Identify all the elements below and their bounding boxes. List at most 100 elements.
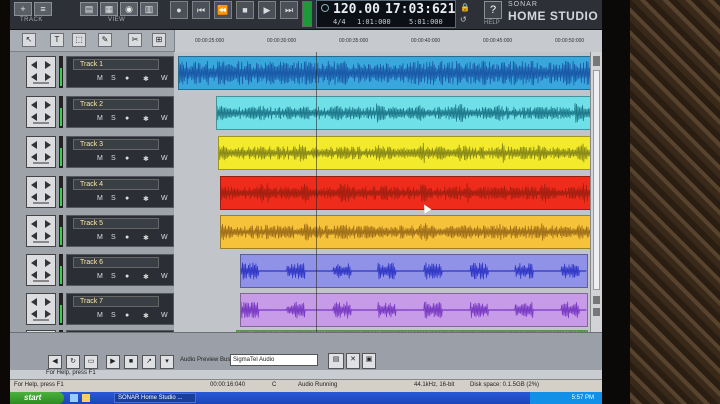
- add-track-button[interactable]: +: [14, 2, 32, 16]
- browser-back-icon[interactable]: ◀: [48, 355, 62, 369]
- arm-icon[interactable]: ●: [125, 312, 129, 319]
- audio-clip[interactable]: [218, 136, 592, 170]
- rewind-to-start-button[interactable]: ⏮: [192, 1, 210, 19]
- mute-button[interactable]: M: [97, 115, 103, 122]
- fx-icon[interactable]: ✱: [143, 195, 149, 203]
- arm-icon[interactable]: ●: [125, 273, 129, 280]
- draw-tool-icon[interactable]: ✎: [98, 33, 112, 47]
- loop-end-value[interactable]: 5:01:000: [409, 18, 443, 26]
- solo-button[interactable]: S: [111, 115, 116, 122]
- rewind-button[interactable]: ⏪: [214, 1, 232, 19]
- track-strip[interactable]: Track 7 M S ● ✱ W: [24, 291, 174, 327]
- solo-button[interactable]: S: [111, 273, 116, 280]
- quicklaunch-icon[interactable]: [70, 394, 78, 402]
- mute-button[interactable]: M: [97, 155, 103, 162]
- audio-track-icon[interactable]: [26, 136, 56, 168]
- track-strip[interactable]: Track 1 M S ● ✱ W: [24, 54, 174, 90]
- folder-icon[interactable]: ▭: [84, 355, 98, 369]
- fx-icon[interactable]: ✱: [143, 234, 149, 242]
- track-options-button[interactable]: ≡: [34, 2, 52, 16]
- browser-view-icon[interactable]: ▤: [328, 353, 344, 369]
- mute-button[interactable]: M: [97, 195, 103, 202]
- select-tool-icon[interactable]: ⬚: [72, 33, 86, 47]
- arm-icon[interactable]: ●: [125, 115, 129, 122]
- write-button[interactable]: W: [161, 75, 168, 82]
- taskbar-item-sonar[interactable]: SONAR Home Studio ...: [114, 393, 196, 403]
- mute-button[interactable]: M: [97, 312, 103, 319]
- browser-delete-icon[interactable]: ✕: [346, 353, 360, 369]
- vertical-scrollbar[interactable]: [590, 52, 602, 332]
- fx-icon[interactable]: ✱: [143, 75, 149, 83]
- view-mixer-button[interactable]: ▦: [100, 2, 118, 16]
- metronome-icon[interactable]: [321, 4, 329, 12]
- audio-track-icon[interactable]: [26, 56, 56, 88]
- write-button[interactable]: W: [161, 234, 168, 241]
- track-name[interactable]: Track 4: [73, 179, 159, 190]
- write-button[interactable]: W: [161, 273, 168, 280]
- write-button[interactable]: W: [161, 155, 168, 162]
- refresh-icon[interactable]: ↻: [66, 355, 80, 369]
- browser-menu-icon[interactable]: ▾: [160, 355, 174, 369]
- fx-icon[interactable]: ✱: [143, 155, 149, 163]
- play-button[interactable]: ▶: [258, 1, 276, 19]
- record-button[interactable]: ●: [170, 1, 188, 19]
- audio-track-icon[interactable]: [26, 254, 56, 286]
- solo-button[interactable]: S: [111, 75, 116, 82]
- lock-icon[interactable]: 🔒: [460, 3, 472, 13]
- arm-icon[interactable]: ●: [125, 234, 129, 241]
- quicklaunch-icon[interactable]: [82, 394, 90, 402]
- fx-icon[interactable]: ✱: [143, 115, 149, 123]
- time-ruler[interactable]: 00:00:25:000 00:00:30:000 00:00:35:000 0…: [174, 30, 602, 52]
- scroll-up-icon[interactable]: [593, 56, 600, 66]
- preview-play-icon[interactable]: ▶: [106, 355, 120, 369]
- track-name[interactable]: Track 1: [73, 59, 159, 70]
- scroll-thumb[interactable]: [593, 70, 600, 290]
- now-time-value[interactable]: 17:03:621: [385, 2, 455, 17]
- loop-start-value[interactable]: 1:01:000: [357, 18, 391, 26]
- audio-clip[interactable]: [216, 96, 592, 130]
- track-name[interactable]: Track 6: [73, 257, 159, 268]
- text-tool-icon[interactable]: T: [50, 33, 64, 47]
- clips-pane[interactable]: [174, 52, 602, 332]
- write-button[interactable]: W: [161, 115, 168, 122]
- loop-icon[interactable]: ↺: [460, 15, 472, 25]
- audio-clip[interactable]: [178, 56, 592, 90]
- audio-clip[interactable]: [220, 176, 592, 210]
- zoom-out-icon[interactable]: [593, 308, 600, 316]
- arm-icon[interactable]: ●: [125, 155, 129, 162]
- smart-tool-icon[interactable]: ↖: [22, 33, 36, 47]
- solo-button[interactable]: S: [111, 312, 116, 319]
- track-name[interactable]: Track 5: [73, 218, 159, 229]
- track-strip[interactable]: Track 6 M S ● ✱ W: [24, 252, 174, 288]
- audio-clip[interactable]: [240, 293, 588, 327]
- start-button[interactable]: start: [10, 392, 64, 404]
- arm-icon[interactable]: ●: [125, 195, 129, 202]
- track-name[interactable]: Track 3: [73, 139, 159, 150]
- fx-icon[interactable]: ✱: [143, 273, 149, 281]
- zoom-in-icon[interactable]: [593, 296, 600, 304]
- write-button[interactable]: W: [161, 312, 168, 319]
- write-button[interactable]: W: [161, 195, 168, 202]
- audio-clip[interactable]: [220, 215, 592, 249]
- help-button[interactable]: ?: [484, 1, 502, 19]
- forward-to-end-button[interactable]: ⏭: [280, 1, 298, 19]
- solo-button[interactable]: S: [111, 234, 116, 241]
- preview-stop-icon[interactable]: ■: [124, 355, 138, 369]
- view-grid-button[interactable]: ▥: [140, 2, 158, 16]
- track-name[interactable]: Track 7: [73, 296, 159, 307]
- mute-button[interactable]: M: [97, 273, 103, 280]
- stop-button[interactable]: ■: [236, 1, 254, 19]
- tempo-value[interactable]: 120.00: [333, 2, 380, 17]
- track-strip[interactable]: Track 5 M S ● ✱ W: [24, 213, 174, 249]
- mute-button[interactable]: M: [97, 75, 103, 82]
- audio-clip[interactable]: [240, 254, 588, 288]
- audio-track-icon[interactable]: [26, 96, 56, 128]
- track-strip[interactable]: Track 2 M S ● ✱ W: [24, 94, 174, 130]
- auto-preview-icon[interactable]: ↗: [142, 355, 156, 369]
- split-tool-icon[interactable]: ✂: [128, 33, 142, 47]
- view-console-button[interactable]: ▤: [80, 2, 98, 16]
- audio-track-icon[interactable]: [26, 293, 56, 325]
- now-marker[interactable]: [316, 52, 317, 332]
- track-name[interactable]: Track 2: [73, 99, 159, 110]
- arm-icon[interactable]: ●: [125, 75, 129, 82]
